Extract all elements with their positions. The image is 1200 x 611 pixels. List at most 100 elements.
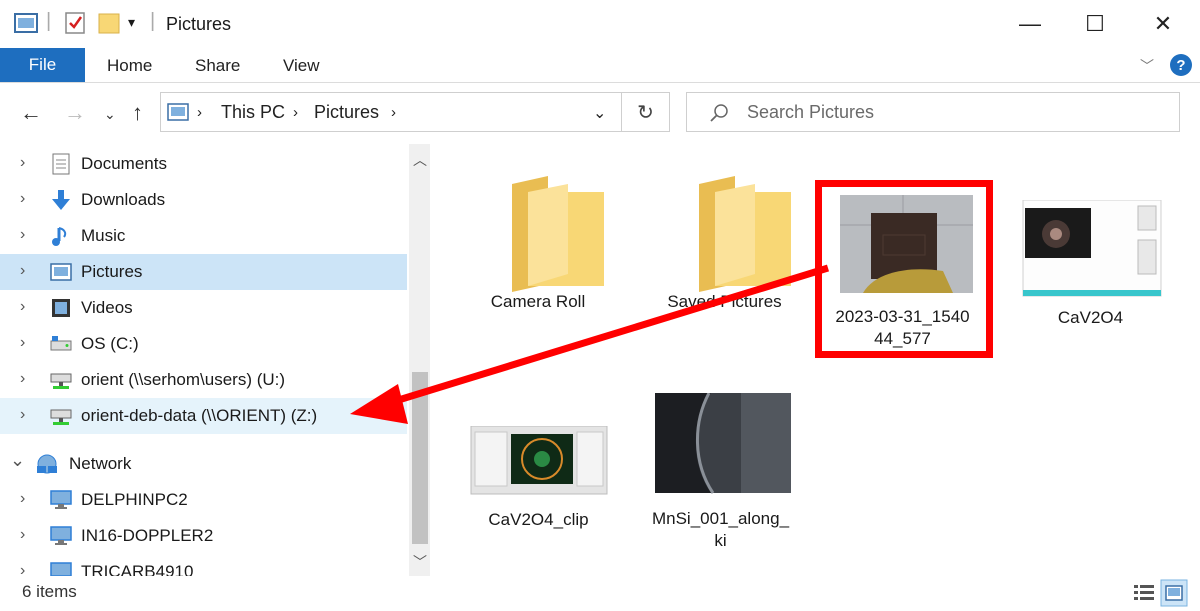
videos-icon: [52, 299, 70, 317]
sidebar-item-downloads[interactable]: › Downloads: [0, 182, 407, 218]
maximize-button[interactable]: ☐: [1065, 4, 1125, 44]
sidebar-item-label: TRICARB4910: [81, 562, 194, 576]
expand-chevron-icon[interactable]: ›: [20, 154, 25, 172]
minimize-button[interactable]: —: [1000, 4, 1060, 44]
sidebar-item-pictures[interactable]: › Pictures: [0, 254, 407, 290]
expand-chevron-icon[interactable]: ›: [20, 190, 25, 208]
image-thumbnail: [654, 392, 791, 494]
breadcrumb-pictures[interactable]: Pictures: [314, 102, 379, 123]
folder-icon: [698, 176, 791, 292]
sidebar-item-orient-deb-data-orient-z[interactable]: › orient-deb-data (\\ORIENT) (Z:): [0, 398, 407, 434]
search-icon: [710, 104, 728, 122]
file-name: Saved Pictures: [667, 292, 782, 311]
scroll-up-icon[interactable]: ︿: [410, 150, 430, 170]
sidebar-item-label: orient-deb-data (\\ORIENT) (Z:): [81, 406, 318, 425]
recent-locations-chevron-icon[interactable]: ⌄: [104, 106, 116, 123]
breadcrumb-chevron-icon[interactable]: ›: [197, 104, 202, 121]
sidebar-item-music[interactable]: › Music: [0, 218, 407, 254]
expand-chevron-icon[interactable]: ›: [20, 562, 25, 576]
details-view-icon[interactable]: [1130, 579, 1158, 607]
search-box[interactable]: Search Pictures: [686, 92, 1180, 132]
file-item-cav2o4[interactable]: CaV2O4: [1018, 199, 1163, 329]
file-item-cav2o4-clip[interactable]: CaV2O4_clip: [466, 425, 611, 531]
sidebar-item-delphinpc2[interactable]: › DELPHINPC2: [0, 482, 407, 518]
title-bar: | ▾ | Pictures — ☐ ✕: [0, 0, 1200, 48]
status-bar: 6 items: [0, 576, 1200, 611]
sidebar-item-tricarb4910[interactable]: › TRICARB4910: [0, 554, 407, 576]
address-bar[interactable]: › This PC › Pictures › ⌄: [160, 92, 622, 132]
expand-chevron-icon[interactable]: ›: [20, 334, 25, 352]
expand-chevron-icon[interactable]: ›: [20, 490, 25, 508]
properties-icon[interactable]: [64, 11, 86, 35]
breadcrumb-chevron-icon[interactable]: ›: [293, 104, 298, 121]
search-placeholder[interactable]: Search Pictures: [747, 102, 874, 123]
sidebar-item-label: Documents: [81, 154, 167, 173]
navigation-pane: › Documents › Downloads › Music › Pictures › Vide…: [0, 144, 430, 576]
title-separator: |: [150, 10, 156, 32]
breadcrumb-chevron-icon[interactable]: ›: [391, 104, 396, 121]
address-dropdown-icon[interactable]: ⌄: [593, 103, 606, 123]
computer-icon: [50, 562, 72, 576]
downloads-icon: [52, 190, 70, 210]
sidebar-item-label: DELPHINPC2: [81, 490, 188, 509]
tab-file[interactable]: File: [0, 48, 85, 82]
new-folder-icon[interactable]: [98, 11, 120, 35]
tab-view[interactable]: View: [283, 56, 320, 76]
computer-icon: [50, 490, 72, 509]
ribbon-tabs: File Home Share View ﹀ ?: [0, 48, 1200, 83]
computer-icon: [50, 526, 72, 545]
expand-chevron-icon[interactable]: ›: [20, 262, 25, 280]
expand-ribbon-icon[interactable]: ﹀: [1140, 56, 1154, 76]
sidebar-item-label: Videos: [81, 298, 133, 317]
file-name: Camera Roll: [490, 292, 586, 311]
sidebar-scroll-thumb[interactable]: [412, 372, 428, 544]
network-drive-icon: [50, 409, 72, 425]
expand-chevron-icon[interactable]: ›: [20, 298, 25, 316]
network-icon: [37, 454, 57, 474]
file-name: CaV2O4: [1057, 308, 1124, 327]
quick-access-dropdown-icon[interactable]: ▾: [128, 14, 135, 31]
expand-chevron-icon[interactable]: ›: [20, 406, 25, 424]
sidebar-item-videos[interactable]: › Videos: [0, 290, 407, 326]
documents-icon: [52, 153, 70, 175]
folder-icon: [512, 176, 604, 292]
sidebar-item-orient-serhom-users-u[interactable]: › orient (\\serhom\users) (U:): [0, 362, 407, 398]
refresh-icon: ↻: [637, 101, 654, 124]
file-item-mnsi-001-along-ki[interactable]: MnSi_001_along_ ki: [648, 392, 793, 552]
pictures-location-icon: [167, 103, 189, 121]
back-arrow-icon[interactable]: ←: [20, 100, 42, 126]
annotation-highlight-box: [815, 180, 993, 358]
tab-share[interactable]: Share: [195, 56, 240, 76]
sidebar-item-label: Music: [81, 226, 126, 245]
window-title: Pictures: [166, 14, 232, 34]
forward-arrow-icon[interactable]: →: [64, 100, 86, 126]
sidebar-item-os-c[interactable]: › OS (C:): [0, 326, 407, 362]
expand-chevron-icon[interactable]: ›: [20, 526, 25, 544]
music-icon: [52, 227, 67, 246]
file-item-camera-roll[interactable]: Camera Roll: [468, 166, 608, 313]
sidebar-item-label: Downloads: [81, 190, 166, 209]
image-thumbnail: [1022, 199, 1161, 297]
help-button[interactable]: ?: [1170, 54, 1192, 76]
file-name-line: MnSi_001_along_: [651, 509, 790, 528]
up-arrow-icon[interactable]: ↑: [132, 100, 143, 126]
sidebar-item-label: Network: [69, 454, 132, 473]
explorer-window-icon[interactable]: [14, 13, 38, 33]
sidebar-item-network[interactable]: ⌄ Network: [0, 446, 407, 482]
expand-chevron-icon[interactable]: ›: [20, 226, 25, 244]
breadcrumb-this-pc[interactable]: This PC: [221, 102, 285, 123]
tab-home[interactable]: Home: [107, 56, 152, 76]
sidebar-item-documents[interactable]: › Documents: [0, 146, 407, 182]
pictures-icon: [50, 263, 72, 281]
drive-icon: [50, 336, 72, 351]
scroll-down-icon[interactable]: ﹀: [410, 552, 430, 572]
collapse-chevron-icon[interactable]: ⌄: [10, 450, 25, 471]
sidebar-item-label: orient (\\serhom\users) (U:): [81, 370, 286, 389]
image-thumbnail: [470, 425, 607, 495]
expand-chevron-icon[interactable]: ›: [20, 370, 25, 388]
close-button[interactable]: ✕: [1133, 4, 1193, 44]
file-item-saved-pictures[interactable]: Saved Pictures: [652, 166, 797, 313]
sidebar-item-in16-doppler2[interactable]: › IN16-DOPPLER2: [0, 518, 407, 554]
large-icons-view-icon[interactable]: [1160, 579, 1188, 607]
refresh-button[interactable]: ↻: [622, 92, 670, 132]
